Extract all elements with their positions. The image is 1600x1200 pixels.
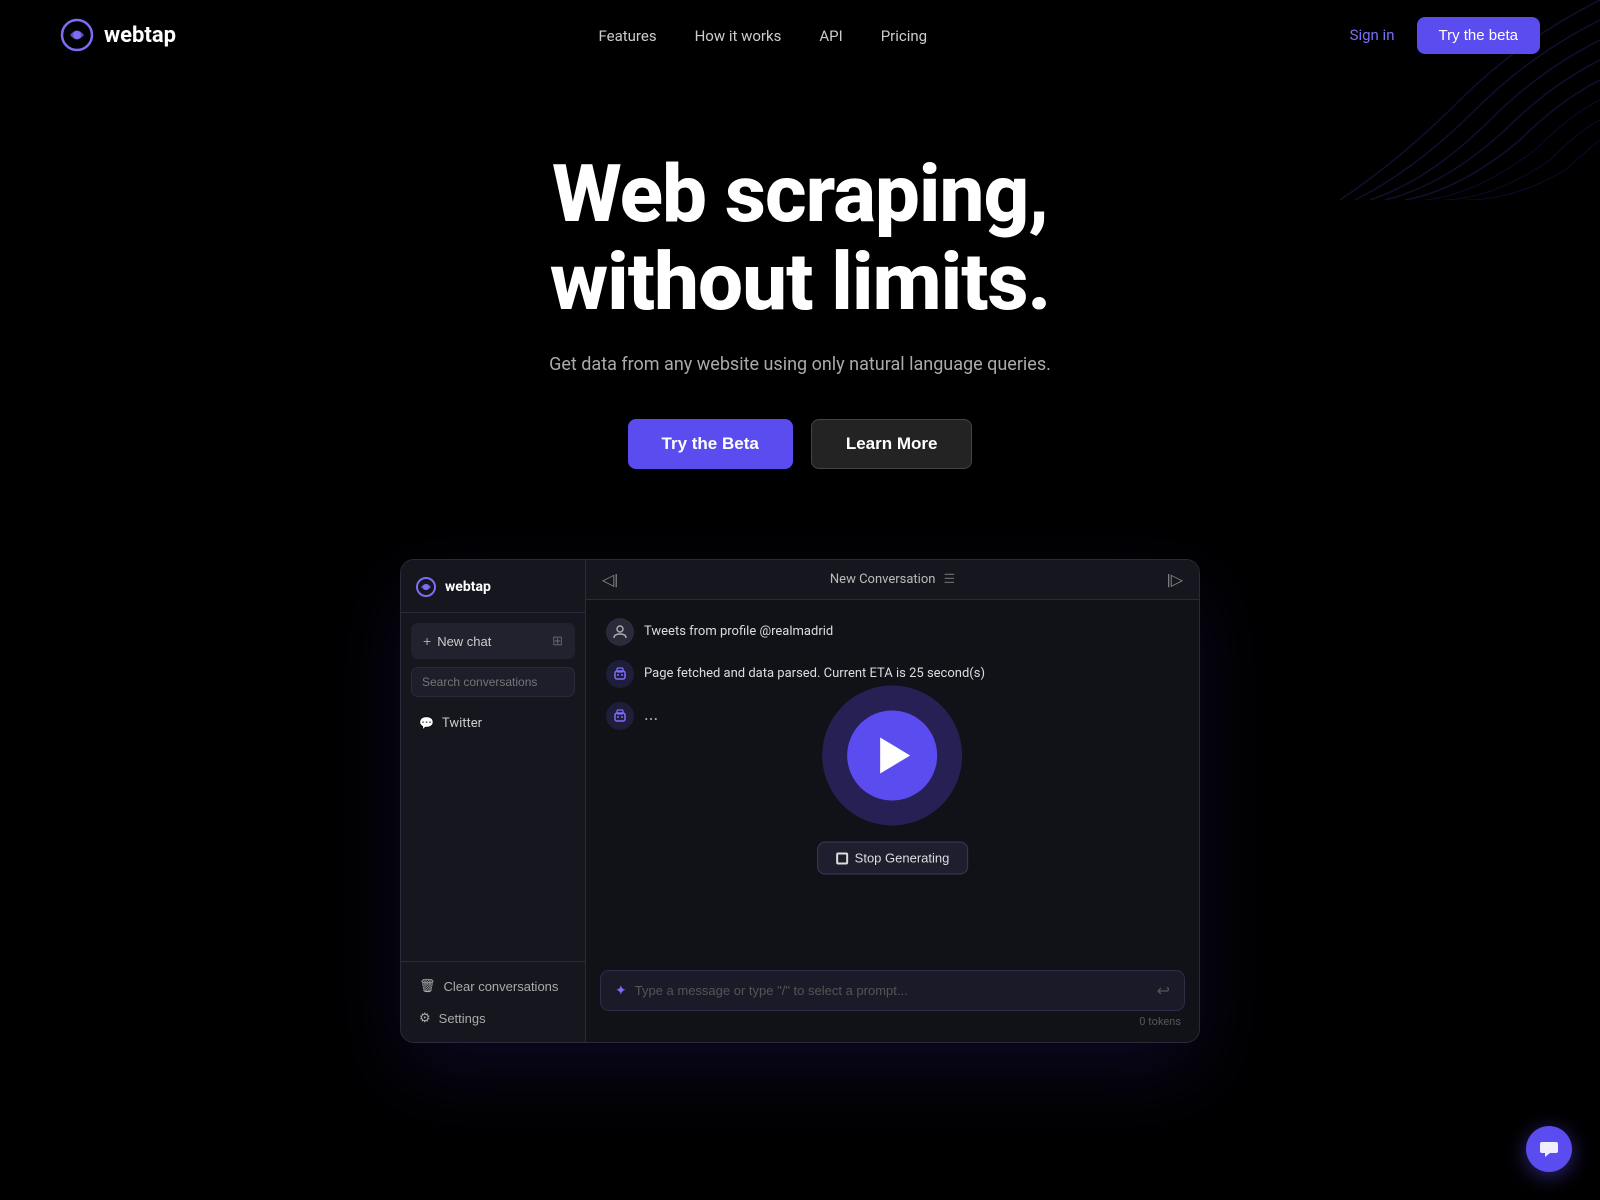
- edit-conversation-button[interactable]: ✎: [520, 713, 539, 733]
- nav-actions: Sign in Try the beta: [1350, 17, 1540, 54]
- chat-input-box: ✦ ↩: [600, 970, 1185, 1011]
- logo[interactable]: webtap: [60, 18, 176, 52]
- trash-icon: 🗑: [419, 978, 436, 994]
- play-overlay: Stop Generating: [817, 686, 969, 875]
- new-chat-left: + New chat: [423, 633, 491, 649]
- hero-subheadline: Get data from any website using only nat…: [20, 354, 1580, 375]
- menu-icon[interactable]: ☰: [943, 572, 955, 587]
- gear-icon: ⚙: [419, 1010, 431, 1026]
- hero-headline: Web scraping, without limits.: [20, 150, 1580, 326]
- conversation-twitter-label: Twitter: [442, 716, 482, 731]
- chat-support-button[interactable]: [1526, 1126, 1572, 1172]
- hero-learn-more-button[interactable]: Learn More: [811, 419, 973, 469]
- conversation-twitter[interactable]: 💬 Twitter ✎ 🗑: [407, 705, 579, 741]
- nav-how-it-works[interactable]: How it works: [695, 27, 782, 45]
- chat-icon: 💬: [419, 716, 434, 730]
- chat-header: ◁| New Conversation ☰ |▷: [586, 560, 1199, 600]
- chat-area: ◁| New Conversation ☰ |▷: [586, 560, 1199, 1042]
- stop-generating-button[interactable]: Stop Generating: [817, 842, 969, 875]
- plus-icon: +: [423, 633, 431, 649]
- collapse-right-icon: |▷: [1167, 570, 1183, 589]
- hero-try-beta-button[interactable]: Try the Beta: [628, 419, 793, 469]
- chat-header-title: New Conversation: [830, 572, 936, 587]
- chat-header-collapse-left[interactable]: ◁|: [602, 570, 618, 589]
- stop-generating-label: Stop Generating: [855, 851, 950, 866]
- tokens-counter: 0 tokens: [600, 1015, 1185, 1028]
- sidebar-spacer: [401, 741, 585, 961]
- nav-links: Features How it works API Pricing: [599, 26, 928, 45]
- clear-conversations-button[interactable]: 🗑 Clear conversations: [407, 970, 579, 1002]
- demo-wrapper: webtap + New chat ⊞ 💬 Twitter ✎: [0, 529, 1600, 1103]
- conversations-list: 💬 Twitter ✎ 🗑: [401, 705, 585, 741]
- bot-avatar-2: [606, 702, 634, 730]
- nav-try-beta-button[interactable]: Try the beta: [1417, 17, 1540, 54]
- collapse-left-icon: ◁|: [602, 570, 618, 589]
- chat-input-area: ✦ ↩ 0 tokens: [586, 960, 1199, 1042]
- search-conversations-input[interactable]: [411, 667, 575, 697]
- hero-section: Web scraping, without limits. Get data f…: [0, 70, 1600, 529]
- chat-header-collapse-right[interactable]: |▷: [1167, 570, 1183, 589]
- sidebar-logo-text: webtap: [445, 579, 491, 595]
- logo-text: webtap: [104, 23, 176, 48]
- chat-messages: Tweets from profile @realmadrid Page fet…: [586, 600, 1199, 960]
- message-user: Tweets from profile @realmadrid: [606, 618, 1179, 646]
- settings-button[interactable]: ⚙ Settings: [407, 1002, 579, 1034]
- user-avatar: [606, 618, 634, 646]
- signin-link[interactable]: Sign in: [1350, 26, 1395, 44]
- demo-window: webtap + New chat ⊞ 💬 Twitter ✎: [400, 559, 1200, 1043]
- settings-label: Settings: [439, 1011, 486, 1026]
- chat-header-title-area: New Conversation ☰: [830, 572, 955, 587]
- message-bot-1: Page fetched and data parsed. Current ET…: [606, 660, 1179, 688]
- sidebar-logo-icon: [415, 576, 437, 598]
- new-chat-button[interactable]: + New chat ⊞: [411, 623, 575, 659]
- compose-icon: ⊞: [552, 633, 563, 649]
- stop-icon: [836, 852, 848, 864]
- logo-icon: [60, 18, 94, 52]
- bot-message-1-content: Page fetched and data parsed. Current ET…: [644, 660, 985, 684]
- hero-buttons: Try the Beta Learn More: [20, 419, 1580, 469]
- bot-avatar-1: [606, 660, 634, 688]
- new-chat-label: New chat: [437, 634, 491, 649]
- sidebar: webtap + New chat ⊞ 💬 Twitter ✎: [401, 560, 586, 1042]
- play-icon: [881, 738, 911, 774]
- navbar: webtap Features How it works API Pricing…: [0, 0, 1600, 70]
- play-button[interactable]: [848, 711, 938, 801]
- nav-api[interactable]: API: [819, 27, 842, 45]
- delete-conversation-button[interactable]: 🗑: [542, 713, 567, 733]
- send-icon[interactable]: ↩: [1157, 981, 1170, 1000]
- clear-conversations-label: Clear conversations: [444, 979, 559, 994]
- nav-features[interactable]: Features: [599, 27, 657, 45]
- sidebar-header: webtap: [401, 560, 585, 613]
- nav-pricing[interactable]: Pricing: [881, 27, 927, 45]
- play-circle-outer: [823, 686, 963, 826]
- sparkle-icon: ✦: [615, 983, 627, 999]
- bot-message-2-content: ...: [644, 702, 658, 725]
- chat-input[interactable]: [635, 983, 1149, 998]
- user-message-content: Tweets from profile @realmadrid: [644, 618, 833, 642]
- sidebar-bottom: 🗑 Clear conversations ⚙ Settings: [401, 961, 585, 1042]
